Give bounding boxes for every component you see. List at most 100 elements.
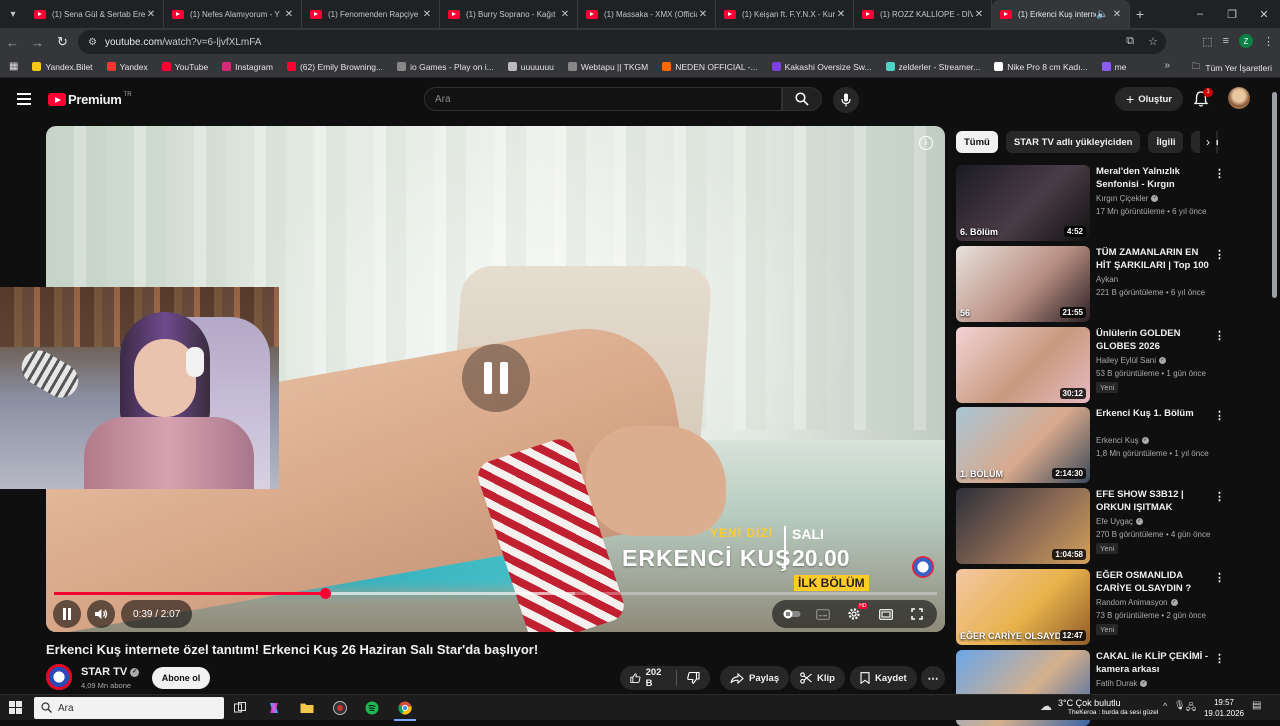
voice-search-button[interactable] [833, 87, 859, 113]
center-pause-button[interactable] [462, 344, 530, 412]
install-app-icon[interactable]: ⧉ [1126, 35, 1134, 48]
bookmark-item[interactable]: Kakashi Oversize Sw... [771, 62, 872, 72]
tab-close-icon[interactable]: ✕ [283, 9, 295, 20]
browser-tab[interactable]: (1) Fenomenden Rapçiye ✕ [302, 0, 440, 28]
filter-chip[interactable]: İlgili [1148, 131, 1184, 153]
tab-close-icon[interactable]: ✕ [973, 9, 985, 20]
search-input[interactable]: Ara [424, 87, 782, 111]
weather-widget[interactable]: ☁ 3°C Çok bulutlu TheKeroa : burda da se… [1038, 698, 1166, 718]
tab-close-icon[interactable]: ✕ [145, 9, 157, 20]
channel-name[interactable]: STAR TV [81, 666, 127, 678]
recommendation-menu-icon[interactable]: ⋮ [1214, 329, 1225, 342]
recommendation-menu-icon[interactable]: ⋮ [1214, 652, 1225, 665]
recommendation-thumbnail[interactable]: EĞER CARİYE OLSAYDIN 12:47 [956, 569, 1090, 645]
recommendation-channel[interactable]: Kırgın Çiçekler [1096, 194, 1148, 203]
recommendation-item[interactable]: 1. BÖLÜM 2:14:30 Erkenci Kuş 1. Bölüm Erken… [956, 407, 1226, 483]
tab-close-icon[interactable]: ✕ [697, 9, 709, 20]
recommendation-thumbnail[interactable]: 30:12 [956, 327, 1090, 403]
tab-close-icon[interactable]: ✕ [421, 9, 433, 20]
info-icon[interactable]: i [919, 136, 933, 150]
recommendation-item[interactable]: EĞER CARİYE OLSAYDIN 12:47 EĞER OSMANLIDA … [956, 569, 1226, 645]
task-view-icon[interactable] [229, 698, 251, 718]
subtitles-icon[interactable] [809, 600, 837, 628]
close-window-icon[interactable]: ✕ [1248, 8, 1280, 21]
recommendation-channel-row[interactable]: Efe Uygaç ✓ [1096, 517, 1143, 526]
pause-icon[interactable] [53, 600, 81, 628]
bookmark-item[interactable]: NEDEN OFFICIAL -... [662, 62, 758, 72]
menu-icon[interactable] [17, 93, 31, 105]
site-info-icon[interactable]: ⚙ [88, 37, 97, 48]
tab-audio-icon[interactable]: 🔈 [1096, 9, 1108, 20]
recommendation-thumbnail[interactable]: 56 21:55 [956, 246, 1090, 322]
recommendation-channel[interactable]: Hailey Eylül Sani [1096, 356, 1156, 365]
recommendation-channel-row[interactable]: Aykan [1096, 275, 1118, 284]
recommendation-item[interactable]: 30:12 Ünlülerin GOLDEN GLOBES 2026 Kıyafe… [956, 327, 1226, 403]
browser-tab[interactable]: (1) Keişan ft. F.Y.N.X - Kur ✕ [716, 0, 854, 28]
tab-close-icon[interactable]: ✕ [559, 9, 571, 20]
scrollbar-thumb[interactable] [1272, 92, 1277, 298]
browser-tab[interactable]: (1) Sena Gül & Sertab Ere ✕ [26, 0, 164, 28]
progress-scrubber[interactable] [320, 588, 332, 599]
channel-avatar[interactable] [46, 664, 72, 690]
recommendation-channel-row[interactable]: Random Animasyon ✓ [1096, 598, 1178, 607]
bookmark-item[interactable]: me [1101, 62, 1126, 72]
bookmark-item[interactable]: io Games - Play on i... [397, 62, 494, 72]
recommendation-thumbnail[interactable]: 1. BÖLÜM 2:14:30 [956, 407, 1090, 483]
minimize-icon[interactable]: – [1184, 8, 1216, 20]
recommendation-title[interactable]: EĞER OSMANLIDA CARİYE OLSAYDIN ? [1096, 569, 1214, 595]
progress-bar[interactable] [54, 588, 937, 599]
spotify-icon[interactable] [361, 698, 383, 718]
browser-tab[interactable]: (1) ROZZ KALLİOPE - DİV ✕ [854, 0, 992, 28]
bookmark-item[interactable]: Nike Pro 8 cm Kadı... [994, 62, 1088, 72]
recommendation-channel-row[interactable]: Hailey Eylül Sani ✓ [1096, 356, 1167, 365]
recommendation-channel[interactable]: Aykan [1096, 275, 1118, 284]
volume-icon[interactable] [87, 600, 115, 628]
recommendation-menu-icon[interactable]: ⋮ [1214, 490, 1225, 503]
fullscreen-icon[interactable] [903, 600, 931, 628]
recommendation-item[interactable]: 1:04:58 EFE SHOW S3B12 | ORKUN IŞITMAK Efe… [956, 488, 1226, 564]
settings-gear-icon[interactable]: HD [840, 600, 868, 628]
browser-menu-icon[interactable]: ⋮ [1263, 35, 1274, 48]
bookmark-item[interactable]: Yandex [106, 62, 148, 72]
bookmark-item[interactable]: uuuuuuu [507, 62, 554, 72]
browser-tab[interactable]: (1) Erkenci Kuş interne 🔈 ✕ [992, 0, 1130, 28]
channel-name-row[interactable]: STAR TV ✓ [81, 666, 140, 678]
bookmark-item[interactable]: YouTube [161, 62, 208, 72]
recommendation-menu-icon[interactable]: ⋮ [1214, 409, 1225, 422]
address-bar[interactable]: ⚙ youtube.com/watch?v=6-ljvfXLmFA ⧉ ☆ [78, 30, 1166, 54]
profile-avatar[interactable]: Z [1239, 34, 1253, 48]
recommendation-channel[interactable]: Efe Uygaç [1096, 517, 1133, 526]
recommendation-item[interactable]: CAKAL ile KLİP ÇEKİMİ - kamera arkası Fat… [956, 650, 1226, 726]
search-button[interactable] [782, 87, 822, 111]
bookmark-item[interactable]: Webtapu || TKGM [567, 62, 648, 72]
recommendation-channel-row[interactable]: Fatih Durak ✓ [1096, 679, 1148, 688]
tab-close-icon[interactable]: ✕ [835, 9, 847, 20]
recommendation-thumbnail[interactable]: 6. Bölüm 4:52 [956, 165, 1090, 241]
recommendation-menu-icon[interactable]: ⋮ [1214, 248, 1225, 261]
subscribe-button[interactable]: Abone ol [152, 667, 210, 689]
file-explorer-icon[interactable] [296, 698, 318, 718]
recommendation-title[interactable]: Meral'den Yalnızlık Senfonisi - Kırgın Ç… [1096, 165, 1214, 191]
filter-chip[interactable]: Tümü [956, 131, 998, 153]
tray-chevron-icon[interactable]: ^ [1163, 701, 1167, 711]
reload-icon[interactable]: ↻ [50, 34, 75, 50]
volume-control[interactable] [87, 600, 115, 628]
filter-chip[interactable]: STAR TV adlı yükleyiciden [1005, 131, 1141, 153]
recommendation-title[interactable]: EFE SHOW S3B12 | ORKUN IŞITMAK [1096, 488, 1214, 514]
bookmark-item[interactable]: Yandex.Bilet [32, 62, 93, 72]
dislike-button[interactable] [677, 666, 710, 690]
share-button[interactable]: Paylaş [720, 666, 790, 690]
recommendation-item[interactable]: 56 21:55 TÜM ZAMANLARIN EN HİT ŞARKILARI |… [956, 246, 1226, 322]
microphone-tray-icon[interactable]: 🎙 [1174, 700, 1185, 711]
create-button[interactable]: + Oluştur [1115, 87, 1183, 111]
bookmark-item[interactable]: zelderler - Streamer... [885, 62, 980, 72]
youtube-logo[interactable]: Premium TR [48, 92, 132, 107]
media-control-icon[interactable]: ≡ [1223, 35, 1229, 47]
tab-close-icon[interactable]: ✕ [1111, 9, 1123, 20]
network-icon[interactable]: 🖧 [1186, 700, 1196, 716]
play-pause-control[interactable] [53, 600, 81, 628]
recommendation-item[interactable]: 6. Bölüm 4:52 Meral'den Yalnızlık Senfonis… [956, 165, 1226, 241]
account-avatar[interactable] [1228, 87, 1250, 109]
recommendation-title[interactable]: Ünlülerin GOLDEN GLOBES 2026 Kıyafetleri… [1096, 327, 1214, 353]
browser-tab[interactable]: (1) Burry Soprano - Kağıt ✕ [440, 0, 578, 28]
